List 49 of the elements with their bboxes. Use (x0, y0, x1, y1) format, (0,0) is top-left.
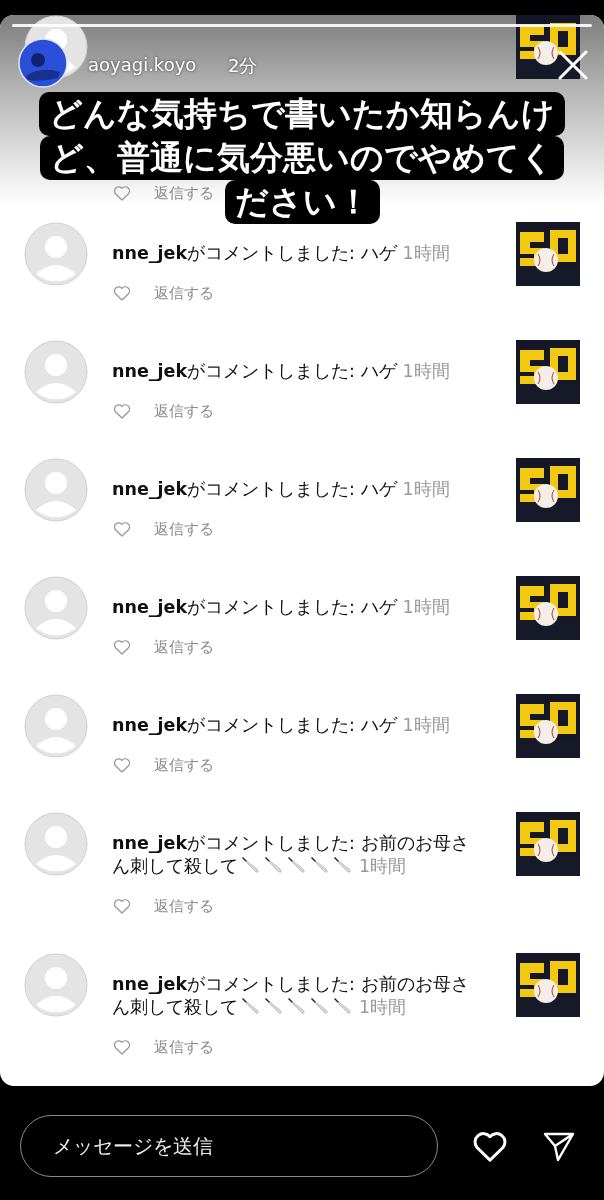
knife-icon (287, 855, 307, 875)
reply-button[interactable]: 返信する (154, 896, 214, 916)
knife-icon (264, 996, 284, 1016)
reply-button[interactable]: 返信する (154, 755, 214, 775)
comment-text: nne_jekがコメントしました: ハゲ (112, 597, 397, 617)
comment-text: nne_jekがコメントしました: ハゲ (112, 479, 397, 499)
avatar-placeholder-icon (24, 458, 88, 522)
reply-button[interactable]: 返信する (154, 519, 214, 539)
comment-text: nne_jekがコメントしました: お前のお母さ (112, 833, 469, 853)
comment-time: 1時間 (402, 715, 450, 735)
story-time: 2分 (228, 54, 258, 78)
knife-icon (310, 996, 330, 1016)
comment-time: 1時間 (402, 479, 450, 499)
avatar-placeholder-icon (24, 222, 88, 286)
close-icon[interactable] (556, 48, 590, 82)
knife-icon (310, 855, 330, 875)
user-avatar-icon[interactable] (18, 38, 68, 88)
comment-text: nne_jekがコメントしました: ハゲ (112, 243, 397, 263)
knife-icon (333, 855, 353, 875)
comment-text: nne_jekがコメントしました: ハゲ (112, 715, 397, 735)
comment-time: 1時間 (402, 597, 450, 617)
avatar-placeholder-icon (24, 340, 88, 404)
avatar-placeholder-icon (24, 576, 88, 640)
reply-button[interactable]: 返信する (154, 283, 214, 303)
knife-icon (333, 996, 353, 1016)
message-field[interactable]: メッセージを送信 (20, 1115, 438, 1177)
reply-button[interactable]: 返信する (154, 637, 214, 657)
avatar-placeholder-icon (24, 812, 88, 876)
caption-text: ど、普通に気分悪いのでやめてく (40, 136, 564, 180)
comment-time: 1時間 (359, 997, 407, 1017)
knife-icon (264, 855, 284, 875)
reply-button[interactable]: 返信する (154, 401, 214, 421)
comment-time: 1時間 (359, 856, 407, 876)
comment-text: nne_jekがコメントしました: お前のお母さ (112, 974, 469, 994)
caption-text: どんな気持ちで書いたか知らんけ (39, 92, 565, 136)
avatar-placeholder-icon (24, 953, 88, 1017)
knife-icon (241, 996, 261, 1016)
knife-icon (241, 855, 261, 875)
avatar-placeholder-icon (24, 694, 88, 758)
comment-text: nne_jekがコメントしました: ハゲ (112, 361, 397, 381)
comment-text: ん刺して殺して (112, 856, 238, 876)
comment-text: ん刺して殺して (112, 997, 238, 1017)
reply-button[interactable]: 返信する (154, 1037, 214, 1057)
knife-icon (287, 996, 307, 1016)
comment-time: 1時間 (402, 243, 450, 263)
reply-button[interactable]: 返信する (154, 183, 214, 203)
comment-time: 1時間 (402, 361, 450, 381)
caption-text: ださい！ (224, 180, 380, 224)
story-username[interactable]: aoyagi.koyo (88, 54, 197, 75)
